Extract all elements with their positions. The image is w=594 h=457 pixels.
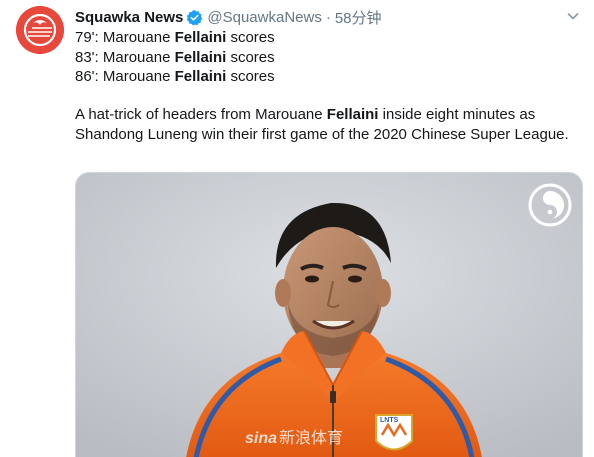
squawka-logo-icon — [16, 6, 64, 54]
separator: · — [325, 8, 331, 26]
handle[interactable]: @SquawkaNews — [207, 9, 321, 26]
verified-badge-icon — [186, 9, 203, 26]
score-line: 86': Marouane Fellaini scores — [75, 68, 275, 85]
score-lines: 79': Marouane Fellaini scores 83': Marou… — [75, 28, 275, 87]
club-badge-text: LNTS — [380, 417, 399, 424]
squawka-watermark-icon — [528, 183, 572, 227]
display-name[interactable]: Squawka News — [75, 9, 183, 26]
avatar[interactable] — [16, 6, 64, 54]
player-photo — [76, 173, 582, 457]
tweet-header: Squawka News @SquawkaNews · 58分钟 — [75, 7, 382, 27]
score-line: 83': Marouane Fellaini scores — [75, 48, 275, 66]
chevron-down-icon[interactable] — [566, 9, 580, 23]
tweet-card[interactable]: Squawka News @SquawkaNews · 58分钟 79': Ma… — [0, 0, 594, 457]
tweet-paragraph: A hat-trick of headers from Marouane Fel… — [75, 106, 569, 143]
tweet-photo[interactable]: sina 新浪体育 LNTS — [75, 172, 583, 457]
timestamp[interactable]: 58分钟 — [335, 7, 382, 28]
score-line: 79': Marouane Fellaini scores — [75, 29, 275, 46]
photo-watermark: sina 新浪体育 — [245, 430, 344, 447]
